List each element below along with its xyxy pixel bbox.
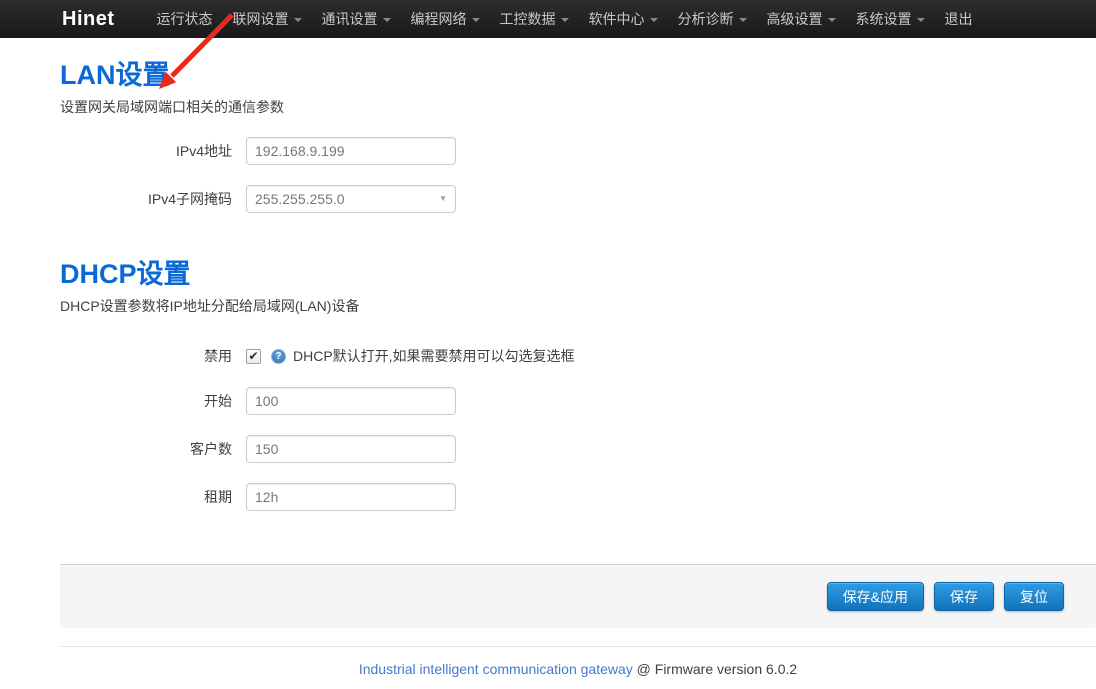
brand-logo[interactable]: Hinet <box>62 8 115 31</box>
nav-item-network-settings[interactable]: 联网设置 <box>223 0 312 38</box>
nav-item-analysis-diagnosis[interactable]: 分析诊断 <box>668 0 757 38</box>
dhcp-start-input[interactable] <box>246 387 456 415</box>
dhcp-start-label: 开始 <box>60 391 246 411</box>
ipv4-address-label: IPv4地址 <box>60 141 246 161</box>
top-navbar: Hinet 运行状态 联网设置 通讯设置 编程网络 工控数据 软件中心 分析诊断… <box>0 0 1096 38</box>
chevron-down-icon <box>472 18 480 22</box>
nav-item-label: 高级设置 <box>767 9 823 29</box>
chevron-down-icon <box>828 18 836 22</box>
dhcp-section-title: DHCP设置 <box>60 261 1096 288</box>
nav-item-comm-settings[interactable]: 通讯设置 <box>312 0 401 38</box>
ipv4-address-input[interactable] <box>246 137 456 165</box>
nav-item-logout[interactable]: 退出 <box>935 0 983 38</box>
reset-button[interactable]: 复位 <box>1004 582 1064 611</box>
lan-form: IPv4地址 IPv4子网掩码 255.255.255.0 ▼ <box>60 137 1096 213</box>
footer-text: Industrial intelligent communication gat… <box>60 661 1096 677</box>
ipv4-address-row: IPv4地址 <box>60 137 1096 165</box>
nav-item-label: 运行状态 <box>157 9 213 29</box>
dhcp-form: 禁用 ✔ ? DHCP默认打开,如果需要禁用可以勾选复选框 开始 客户数 租期 <box>60 342 1096 511</box>
nav-item-label: 分析诊断 <box>678 9 734 29</box>
main-content: LAN设置 设置网关局域网端口相关的通信参数 IPv4地址 IPv4子网掩码 2… <box>60 62 1096 677</box>
footer-divider <box>60 646 1096 647</box>
dhcp-clients-row: 客户数 <box>60 435 1096 463</box>
nav-item-label: 编程网络 <box>411 9 467 29</box>
nav-item-label: 系统设置 <box>856 9 912 29</box>
nav-item-system-settings[interactable]: 系统设置 <box>846 0 935 38</box>
ipv4-netmask-select-wrap: 255.255.255.0 ▼ <box>246 185 456 213</box>
dhcp-disable-label: 禁用 <box>60 346 246 366</box>
nav-item-running-status[interactable]: 运行状态 <box>147 0 223 38</box>
nav-item-label: 联网设置 <box>233 9 289 29</box>
save-apply-button[interactable]: 保存&应用 <box>827 582 924 611</box>
lan-section-subtitle: 设置网关局域网端口相关的通信参数 <box>60 97 1096 117</box>
nav-item-label: 工控数据 <box>500 9 556 29</box>
nav-item-label: 软件中心 <box>589 9 645 29</box>
help-icon: ? <box>271 349 286 364</box>
chevron-down-icon <box>739 18 747 22</box>
page-actions-bar: 保存&应用 保存 复位 <box>60 564 1096 628</box>
dhcp-start-row: 开始 <box>60 387 1096 415</box>
ipv4-netmask-select[interactable]: 255.255.255.0 <box>246 185 456 213</box>
dhcp-lease-input[interactable] <box>246 483 456 511</box>
footer-firmware-version: @ Firmware version 6.0.2 <box>633 661 797 677</box>
dhcp-disable-row: 禁用 ✔ ? DHCP默认打开,如果需要禁用可以勾选复选框 <box>60 342 1096 370</box>
chevron-down-icon <box>650 18 658 22</box>
check-icon: ✔ <box>248 350 258 362</box>
chevron-down-icon <box>917 18 925 22</box>
footer-gateway-link[interactable]: Industrial intelligent communication gat… <box>359 661 633 677</box>
dhcp-clients-label: 客户数 <box>60 439 246 459</box>
nav-item-label: 通讯设置 <box>322 9 378 29</box>
nav-item-programming-network[interactable]: 编程网络 <box>401 0 490 38</box>
dhcp-lease-label: 租期 <box>60 487 246 507</box>
nav-item-advanced-settings[interactable]: 高级设置 <box>757 0 846 38</box>
chevron-down-icon <box>383 18 391 22</box>
nav-item-industrial-data[interactable]: 工控数据 <box>490 0 579 38</box>
ipv4-netmask-label: IPv4子网掩码 <box>60 189 246 209</box>
chevron-down-icon <box>561 18 569 22</box>
dhcp-section-subtitle: DHCP设置参数将IP地址分配给局域网(LAN)设备 <box>60 296 1096 316</box>
dhcp-disable-checkbox[interactable]: ✔ <box>246 349 261 364</box>
dhcp-disable-help-text: DHCP默认打开,如果需要禁用可以勾选复选框 <box>293 346 575 366</box>
ipv4-netmask-row: IPv4子网掩码 255.255.255.0 ▼ <box>60 185 1096 213</box>
nav-item-label: 退出 <box>945 9 973 29</box>
save-button[interactable]: 保存 <box>934 582 994 611</box>
dhcp-lease-row: 租期 <box>60 483 1096 511</box>
lan-section-title: LAN设置 <box>60 62 1096 89</box>
nav-item-software-center[interactable]: 软件中心 <box>579 0 668 38</box>
dhcp-clients-input[interactable] <box>246 435 456 463</box>
chevron-down-icon <box>294 18 302 22</box>
